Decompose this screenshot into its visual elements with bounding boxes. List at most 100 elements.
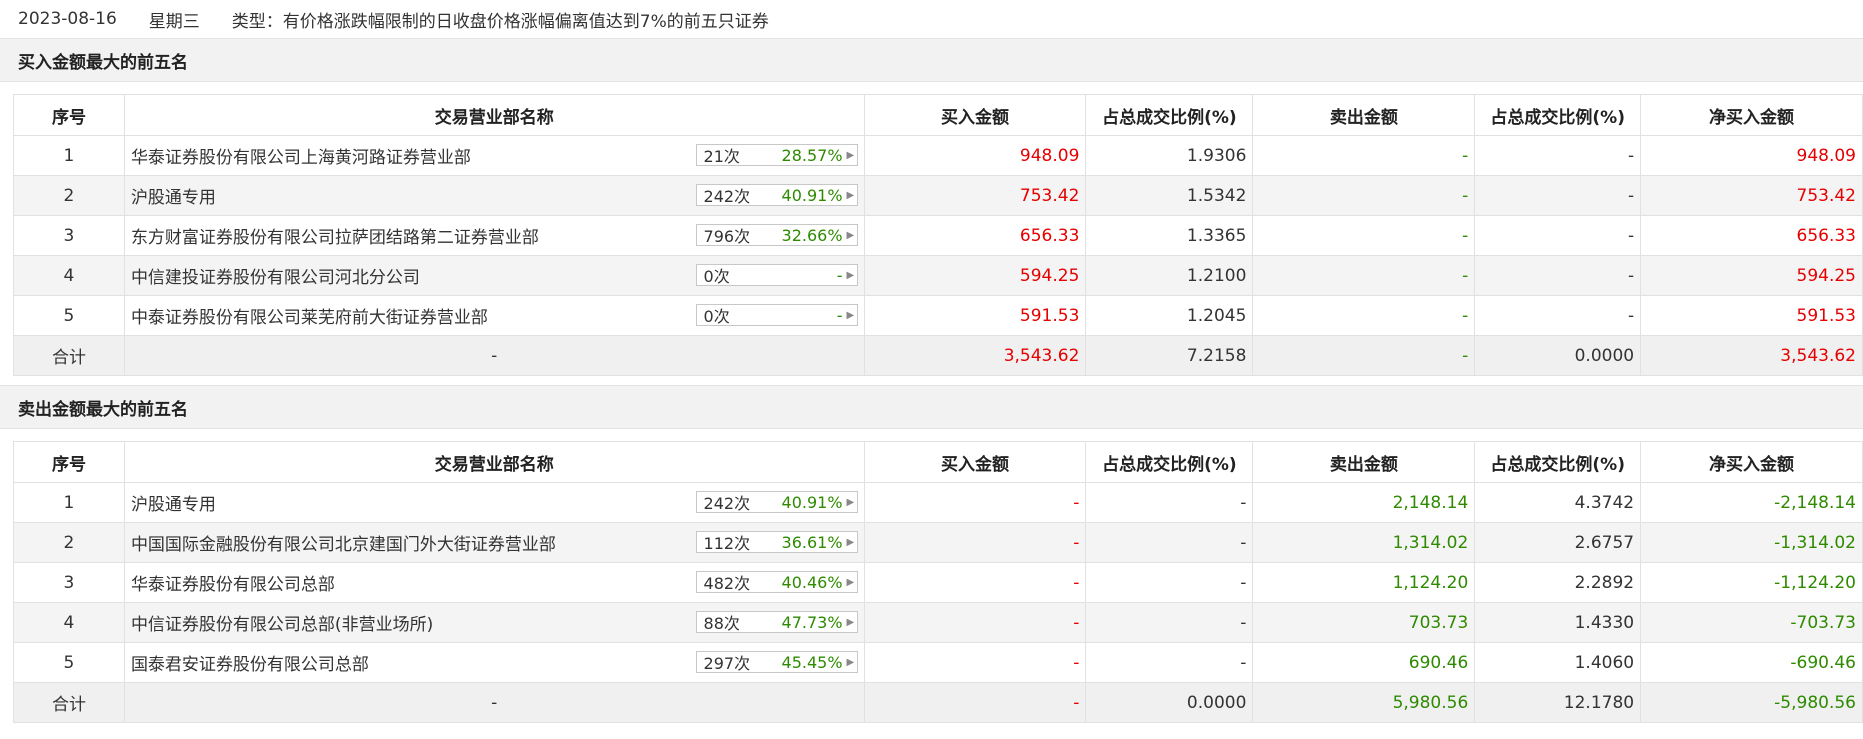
branch-name-link[interactable]: 华泰证券股份有限公司总部 xyxy=(131,570,335,595)
total-label: 合计 xyxy=(13,335,125,376)
net-buy-amount: -703.73 xyxy=(1640,602,1863,643)
sell-ratio: 4.3742 xyxy=(1474,482,1642,523)
branch-cell: 沪股通专用 242次 40.91% ▶ xyxy=(123,175,865,216)
triangle-right-icon: ▶ xyxy=(846,309,855,321)
net-buy-amount: -690.46 xyxy=(1640,642,1863,683)
buy-amount: - xyxy=(863,642,1087,683)
branch-name-link[interactable]: 中信建投证券股份有限公司河北分公司 xyxy=(131,263,420,288)
branch-name-link[interactable]: 沪股通专用 xyxy=(131,183,216,208)
appearance-count: 0次 xyxy=(703,267,730,286)
win-rate: 40.91% xyxy=(781,492,843,512)
branch-cell: 中信建投证券股份有限公司河北分公司 0次 - ▶ xyxy=(123,255,865,296)
table-row: 2 沪股通专用 242次 40.91% ▶ 753.42 1.5342- -753.42 xyxy=(13,175,1863,216)
table-row: 4 中信证券股份有限公司总部(非营业场所) 88次 47.73% ▶ - -703.73 1.… xyxy=(13,602,1863,643)
total-label: 合计 xyxy=(13,682,125,723)
sell-amount: - xyxy=(1252,135,1476,176)
appearance-count: 21次 xyxy=(703,147,740,166)
weekday: 星期三 xyxy=(148,11,200,32)
table-header-row: 序号 交易营业部名称 买入金额 占总成交比例(%) 卖出金额 占总成交比例(%)… xyxy=(13,94,1863,136)
branch-name-link[interactable]: 中泰证券股份有限公司莱芜府前大街证券营业部 xyxy=(131,303,488,328)
branch-cell: 国泰君安证券股份有限公司总部 297次 45.45% ▶ xyxy=(123,642,865,683)
branch-name-link[interactable]: 沪股通专用 xyxy=(131,490,216,515)
row-index: 1 xyxy=(13,482,125,523)
triangle-right-icon: ▶ xyxy=(846,149,855,161)
triangle-right-icon: ▶ xyxy=(846,189,855,201)
branch-stats-badge[interactable]: 0次 - ▶ xyxy=(695,264,858,286)
buy-ratio: - xyxy=(1085,482,1254,523)
table-row: 1 沪股通专用 242次 40.91% ▶ - -2,148.14 4.3742 -2,148.… xyxy=(13,482,1863,523)
win-rate: 32.66% xyxy=(781,225,843,245)
net-buy-amount: -1,124.20 xyxy=(1640,562,1863,603)
win-rate: 45.45% xyxy=(781,652,843,672)
total-buy-amount: - xyxy=(863,682,1087,723)
sell-amount: 2,148.14 xyxy=(1252,482,1476,523)
appearance-count: 796次 xyxy=(703,227,751,246)
sell-ratio: - xyxy=(1474,215,1642,256)
sell-ratio: - xyxy=(1474,255,1642,296)
triangle-right-icon: ▶ xyxy=(846,656,855,668)
buy-amount: 594.25 xyxy=(863,255,1087,296)
net-buy-amount: -1,314.02 xyxy=(1640,522,1863,563)
row-index: 3 xyxy=(13,215,125,256)
row-index: 3 xyxy=(13,562,125,603)
branch-cell: 华泰证券股份有限公司上海黄河路证券营业部 21次 28.57% ▶ xyxy=(123,135,865,176)
appearance-count: 297次 xyxy=(703,654,751,673)
branch-stats-badge[interactable]: 482次 40.46% ▶ xyxy=(695,571,858,593)
buy-ratio: - xyxy=(1085,602,1254,643)
buy-ratio: 1.3365 xyxy=(1085,215,1254,256)
appearance-count: 112次 xyxy=(703,534,751,553)
total-buy-ratio: 0.0000 xyxy=(1085,682,1254,723)
buy-top5-table: 序号 交易营业部名称 买入金额 占总成交比例(%) 卖出金额 占总成交比例(%)… xyxy=(13,94,1863,376)
total-sell-amount: - xyxy=(1252,335,1476,376)
appearance-count: 0次 xyxy=(703,307,730,326)
win-rate: 28.57% xyxy=(781,145,843,165)
buy-amount: 753.42 xyxy=(863,175,1087,216)
branch-name-link[interactable]: 华泰证券股份有限公司上海黄河路证券营业部 xyxy=(131,143,471,168)
buy-ratio: 1.9306 xyxy=(1085,135,1254,176)
appearance-count: 482次 xyxy=(703,574,751,593)
branch-stats-badge[interactable]: 297次 45.45% ▶ xyxy=(695,651,858,673)
total-branch: - xyxy=(123,335,865,376)
table-row: 5 中泰证券股份有限公司莱芜府前大街证券营业部 0次 - ▶ 591.53 1.2045- -… xyxy=(13,295,1863,336)
sell-amount: - xyxy=(1252,175,1476,216)
table-row: 1 华泰证券股份有限公司上海黄河路证券营业部 21次 28.57% ▶ 948.09 1.9… xyxy=(13,135,1863,176)
branch-stats-badge[interactable]: 21次 28.57% ▶ xyxy=(695,144,858,166)
top-info-bar: 2023-08-16 星期三 类型：有价格涨跌幅限制的日收盘价格涨幅偏离值达到7… xyxy=(0,0,1863,38)
row-index: 2 xyxy=(13,522,125,563)
branch-name-link[interactable]: 中信证券股份有限公司总部(非营业场所) xyxy=(131,610,433,635)
triangle-right-icon: ▶ xyxy=(846,616,855,628)
buy-amount: - xyxy=(863,522,1087,563)
buy-ratio: 1.2100 xyxy=(1085,255,1254,296)
total-net-buy: 3,543.62 xyxy=(1640,335,1863,376)
total-row: 合计 - -0.0000 5,980.56 12.1780 -5,980.56 xyxy=(13,682,1863,723)
net-buy-amount: 948.09 xyxy=(1640,135,1863,176)
win-rate: - xyxy=(836,305,843,325)
branch-cell: 中国国际金融股份有限公司北京建国门外大街证券营业部 112次 36.61% ▶ xyxy=(123,522,865,563)
trade-date: 2023-08-16 xyxy=(18,9,117,29)
col-net-buy: 净买入金额 xyxy=(1640,94,1863,136)
table-row: 2 中国国际金融股份有限公司北京建国门外大街证券营业部 112次 36.61% ▶ - -1… xyxy=(13,522,1863,563)
branch-stats-badge[interactable]: 0次 - ▶ xyxy=(695,304,858,326)
branch-name-link[interactable]: 国泰君安证券股份有限公司总部 xyxy=(131,650,369,675)
col-net-buy: 净买入金额 xyxy=(1640,441,1863,483)
branch-stats-badge[interactable]: 112次 36.61% ▶ xyxy=(695,531,858,553)
branch-name-link[interactable]: 中国国际金融股份有限公司北京建国门外大街证券营业部 xyxy=(131,530,556,555)
table-row: 4 中信建投证券股份有限公司河北分公司 0次 - ▶ 594.25 1.2100- -594.… xyxy=(13,255,1863,296)
row-index: 1 xyxy=(13,135,125,176)
branch-stats-badge[interactable]: 242次 40.91% ▶ xyxy=(695,491,858,513)
branch-stats-badge[interactable]: 796次 32.66% ▶ xyxy=(695,224,858,246)
row-index: 5 xyxy=(13,642,125,683)
sell-ratio: 1.4060 xyxy=(1474,642,1642,683)
win-rate: 47.73% xyxy=(781,612,843,632)
branch-stats-badge[interactable]: 88次 47.73% ▶ xyxy=(695,611,858,633)
sell-ratio: 2.6757 xyxy=(1474,522,1642,563)
net-buy-amount: 594.25 xyxy=(1640,255,1863,296)
col-index: 序号 xyxy=(13,94,125,136)
branch-cell: 中信证券股份有限公司总部(非营业场所) 88次 47.73% ▶ xyxy=(123,602,865,643)
sell-amount: - xyxy=(1252,255,1476,296)
triangle-right-icon: ▶ xyxy=(846,269,855,281)
branch-cell: 中泰证券股份有限公司莱芜府前大街证券营业部 0次 - ▶ xyxy=(123,295,865,336)
branch-stats-badge[interactable]: 242次 40.91% ▶ xyxy=(695,184,858,206)
buy-amount: 591.53 xyxy=(863,295,1087,336)
branch-name-link[interactable]: 东方财富证券股份有限公司拉萨团结路第二证券营业部 xyxy=(131,223,539,248)
